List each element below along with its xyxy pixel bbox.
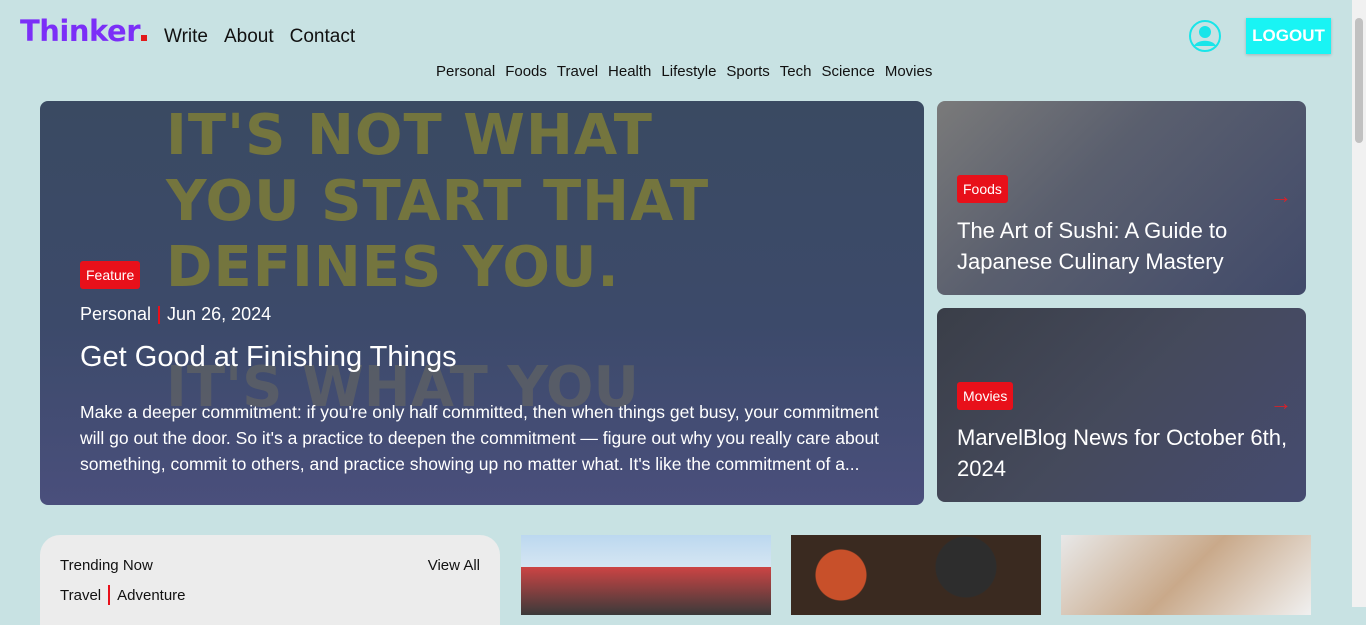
hero-date: Jun 26, 2024 [167,304,272,324]
trending-tags: Travel Adventure [60,585,186,605]
scrollbar-thumb[interactable] [1355,18,1363,143]
category-tech[interactable]: Tech [780,63,812,80]
logout-button[interactable]: LOGOUT [1246,18,1331,54]
category-sports[interactable]: Sports [726,63,769,80]
site-logo[interactable]: Thinker [20,14,147,48]
foods-badge: Foods [957,175,1008,203]
side-card-title[interactable]: The Art of Sushi: A Guide to Japanese Cu… [957,215,1297,277]
view-all-link[interactable]: View All [428,557,480,574]
hero-image-quote: IT'S NOT WHAT YOU START THAT DEFINES YOU… [166,103,710,300]
category-lifestyle[interactable]: Lifestyle [661,63,716,80]
side-card-marvel[interactable]: Movies → MarvelBlog News for October 6th… [937,308,1306,502]
nav-write[interactable]: Write [164,26,208,48]
post-thumbnail-food[interactable] [791,535,1041,615]
category-science[interactable]: Science [821,63,874,80]
category-personal[interactable]: Personal [436,63,495,80]
post-thumbnail-family[interactable] [1061,535,1311,615]
main-nav: Write About Contact [164,26,355,48]
feature-badge: Feature [80,261,141,289]
tag-divider [108,585,111,605]
category-foods[interactable]: Foods [505,63,547,80]
post-thumbnail-watches[interactable] [521,535,771,615]
hero-feature-card[interactable]: IT'S NOT WHAT YOU START THAT DEFINES YOU… [40,101,924,505]
hero-meta: Personal Jun 26, 2024 [80,304,271,325]
category-nav: Personal Foods Travel Health Lifestyle S… [436,63,932,80]
hero-category[interactable]: Personal [80,304,151,325]
tag-adventure[interactable]: Adventure [117,587,185,604]
meta-divider [158,305,161,324]
movies-badge: Movies [957,382,1014,410]
trending-heading: Trending Now [60,557,153,574]
side-card-sushi[interactable]: Foods → The Art of Sushi: A Guide to Jap… [937,101,1306,295]
user-avatar-icon[interactable] [1189,20,1221,52]
logo-dot [141,35,147,41]
side-card-title[interactable]: MarvelBlog News for October 6th, 2024 [957,422,1297,484]
arrow-right-icon[interactable]: → [1270,183,1292,209]
nav-about[interactable]: About [224,26,274,48]
nav-contact[interactable]: Contact [290,26,355,48]
trending-panel: Trending Now View All Travel Adventure [40,535,500,625]
category-movies[interactable]: Movies [885,63,933,80]
tag-travel[interactable]: Travel [60,587,101,604]
hero-title[interactable]: Get Good at Finishing Things [80,341,457,374]
arrow-right-icon[interactable]: → [1270,390,1292,416]
category-travel[interactable]: Travel [557,63,598,80]
page-scrollbar[interactable] [1352,0,1366,607]
category-health[interactable]: Health [608,63,651,80]
hero-description: Make a deeper commitment: if you're only… [80,402,880,474]
